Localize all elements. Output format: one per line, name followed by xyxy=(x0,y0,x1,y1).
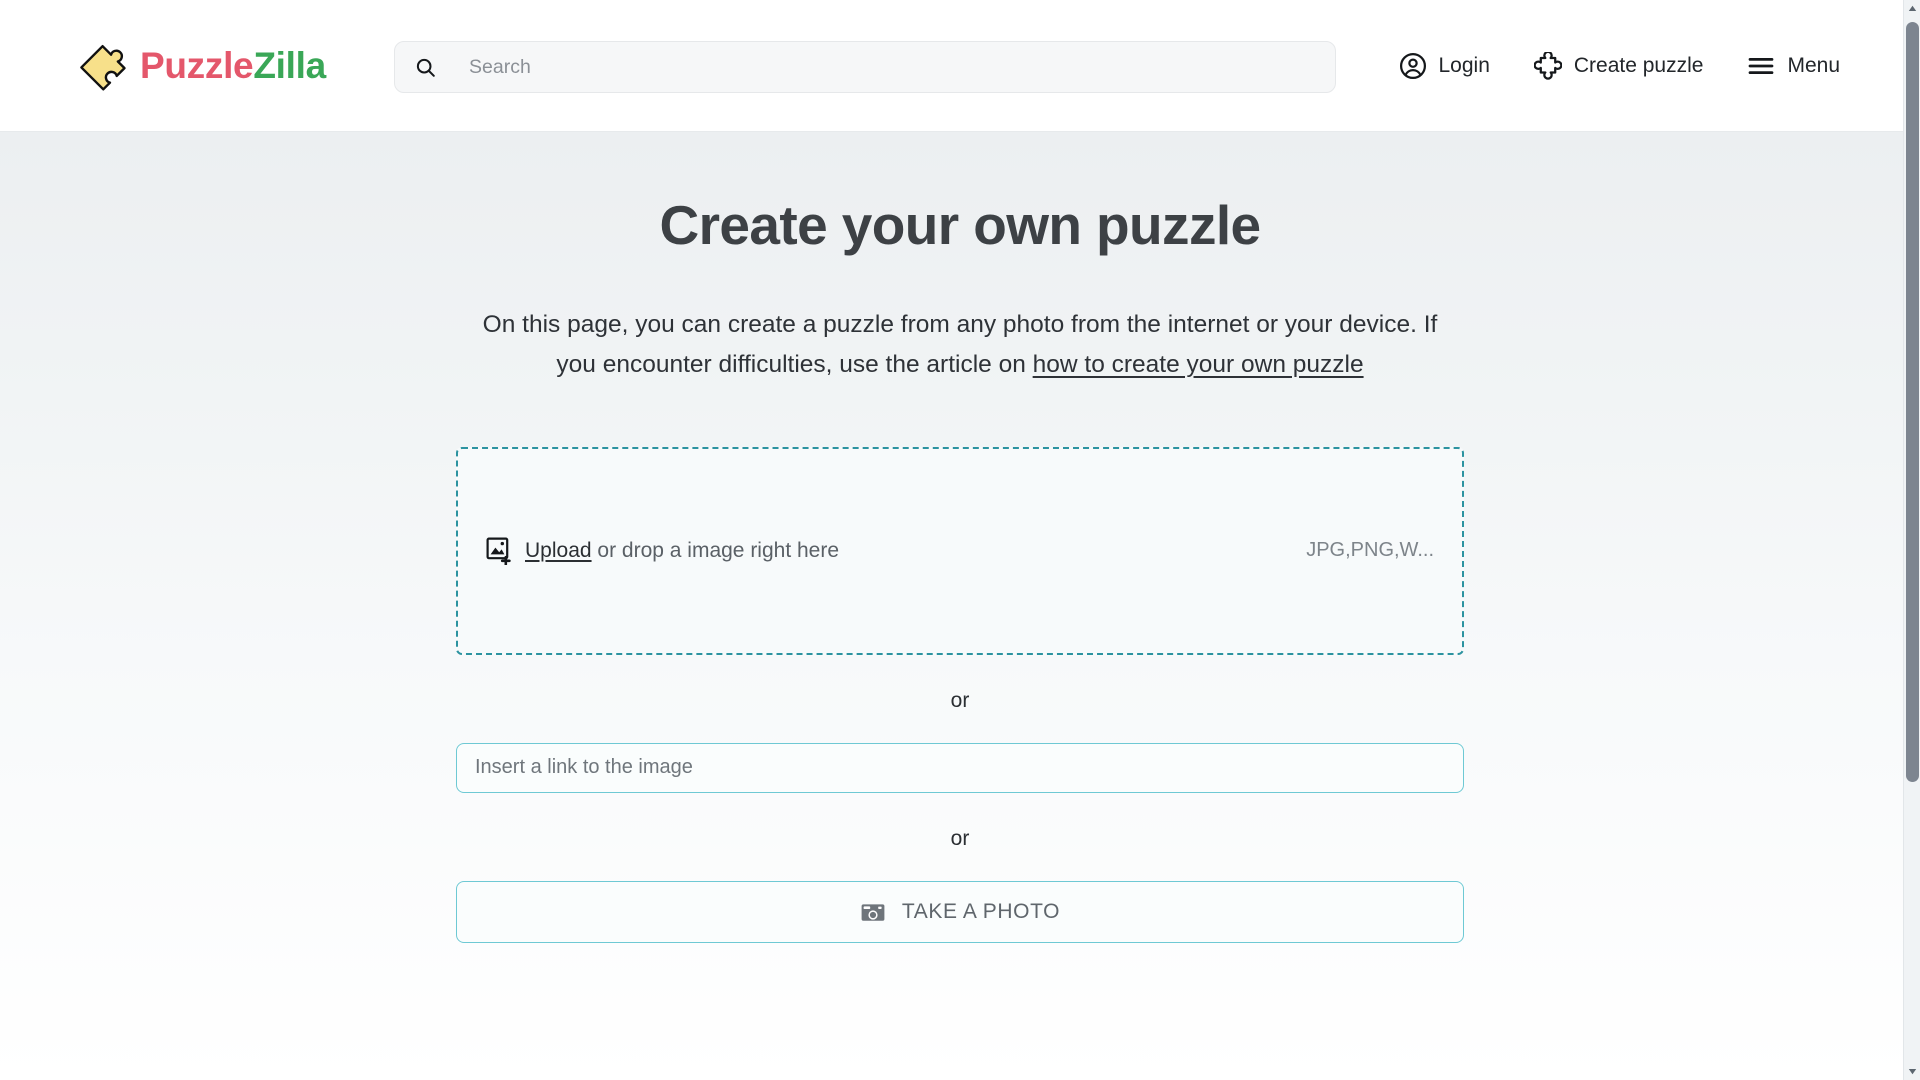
dropzone-label-group: Upload or drop a image right here xyxy=(486,537,839,565)
nav-item-login-label: Login xyxy=(1438,54,1490,77)
upload-link[interactable]: Upload xyxy=(525,539,592,562)
image-dropzone[interactable]: Upload or drop a image right here JPG,PN… xyxy=(456,446,1464,655)
how-to-create-puzzle-link[interactable]: how to create your own puzzle xyxy=(1033,351,1364,378)
page-scrollbar[interactable] xyxy=(1903,0,1920,1080)
take-a-photo-label: TAKE A PHOTO xyxy=(901,899,1061,923)
page-title: Create your own puzzle xyxy=(659,194,1261,256)
main-content: Create your own puzzle On this page, you… xyxy=(0,132,1920,1080)
intro-paragraph: On this page, you can create a puzzle fr… xyxy=(456,305,1464,384)
search-container xyxy=(394,41,1336,93)
page-root: PuzzleZilla Login xyxy=(0,0,1920,1080)
add-image-icon xyxy=(486,537,511,565)
hamburger-menu-icon xyxy=(1749,57,1774,75)
image-link-input[interactable] xyxy=(456,742,1464,793)
dropzone-text: Upload or drop a image right here xyxy=(525,539,839,563)
scroll-up-arrow-icon[interactable] xyxy=(1904,0,1920,17)
puzzle-piece-logo-icon xyxy=(80,44,126,91)
dropzone-rest-text: or drop a image right here xyxy=(591,538,840,562)
search-input[interactable] xyxy=(436,55,1335,79)
nav-item-create-puzzle-label: Create puzzle xyxy=(1573,54,1704,77)
nav-item-login[interactable]: Login xyxy=(1377,52,1512,80)
site-header: PuzzleZilla Login xyxy=(0,0,1920,132)
puzzle-piece-icon xyxy=(1533,52,1562,80)
scroll-down-arrow-icon[interactable] xyxy=(1904,1063,1920,1080)
search-box[interactable] xyxy=(394,41,1336,93)
search-icon xyxy=(416,58,435,77)
site-logo[interactable]: PuzzleZilla xyxy=(78,40,326,92)
nav-item-menu[interactable]: Menu xyxy=(1725,52,1862,80)
content-container: Create your own puzzle On this page, you… xyxy=(456,132,1464,943)
logo-text-first: Puzzle xyxy=(140,45,254,86)
user-circle-icon xyxy=(1399,52,1426,80)
nav-item-menu-label: Menu xyxy=(1787,54,1840,77)
camera-icon xyxy=(861,904,885,921)
nav-item-create-puzzle[interactable]: Create puzzle xyxy=(1512,52,1726,80)
or-separator-2: or xyxy=(950,826,970,850)
or-separator-1: or xyxy=(950,688,970,712)
logo-text: PuzzleZilla xyxy=(140,47,326,84)
logo-text-second: Zilla xyxy=(253,45,326,86)
scrollbar-thumb[interactable] xyxy=(1906,22,1919,782)
accepted-formats-label: JPG,PNG,W... xyxy=(1306,539,1434,562)
take-a-photo-button[interactable]: TAKE A PHOTO xyxy=(456,880,1464,943)
header-nav: Login Create puzzle Menu xyxy=(1377,0,1863,132)
